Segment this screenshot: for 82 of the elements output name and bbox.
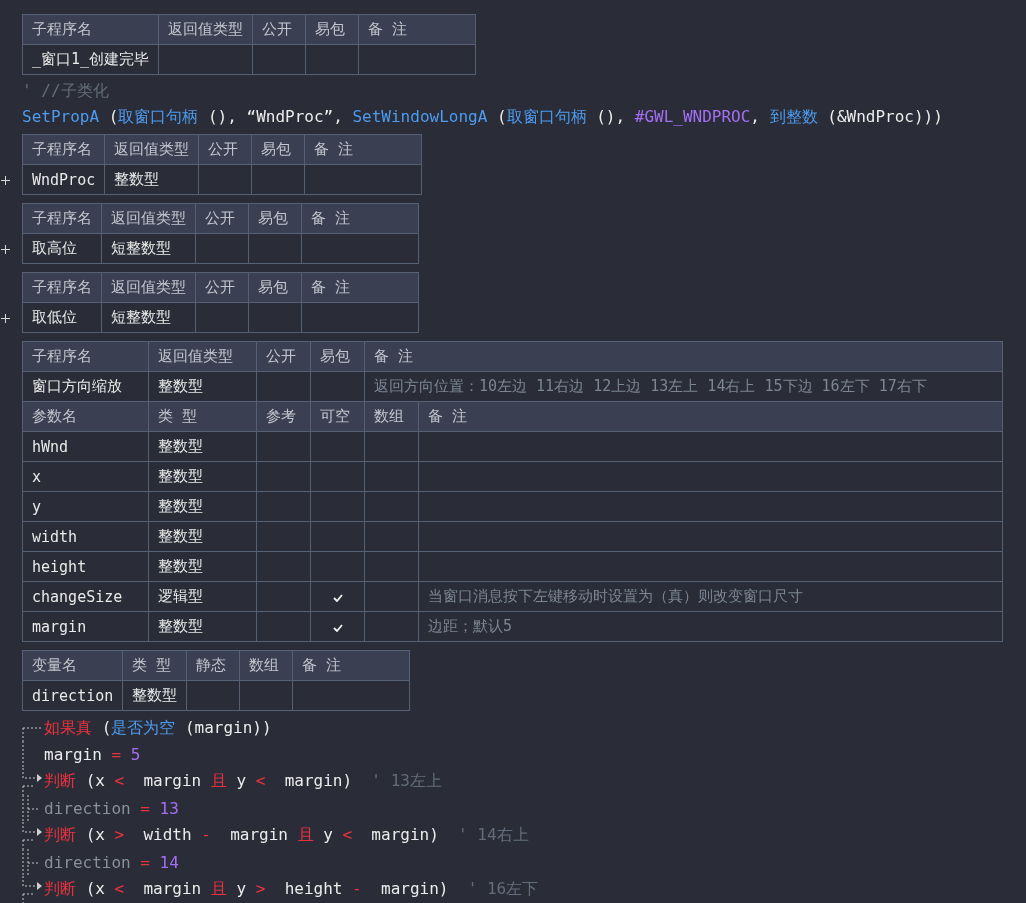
column-header: 公开	[195, 272, 249, 303]
table-cell-text: 整数型	[158, 377, 203, 396]
table-cell-text: 短整数型	[111, 308, 171, 327]
table-cell-text: 当窗口消息按下左键移动时设置为（真）则改变窗口尺寸	[428, 587, 803, 606]
table-cell-text: margin	[32, 617, 87, 636]
code-line: margin = 5	[44, 745, 141, 764]
column-header: 子程序名	[22, 14, 159, 45]
code-line: direction = 14	[44, 853, 179, 872]
column-header: 易包	[251, 134, 305, 165]
expand-icon[interactable]	[1, 176, 10, 186]
expand-icon[interactable]	[1, 245, 10, 255]
expand-icon[interactable]	[1, 314, 10, 324]
table-cell-text: WndProc	[32, 170, 96, 189]
code-line: 如果真 (是否为空 (margin))	[44, 717, 272, 739]
table-cell-text: 取低位	[32, 308, 77, 327]
column-header: 返回值类型	[148, 341, 257, 372]
column-header: 备 注	[358, 14, 476, 45]
code-line: 判断 (x > width - margin 且 y < margin) ' 14右上	[44, 825, 529, 846]
code-line: direction = 13	[44, 799, 179, 818]
code-line: 判断 (x < margin 且 y > height - margin) ' 16左下	[44, 879, 539, 900]
column-header: 备 注	[301, 203, 419, 234]
table-cell-text: _窗口1_创建完毕	[32, 50, 150, 68]
column-header: 子程序名	[22, 203, 102, 234]
table-cell-text: 返回方向位置：10左边 11右边 12上边 13左上 14右上 15下边 16左下 17右下	[374, 377, 927, 396]
column-header: 返回值类型	[101, 203, 196, 234]
column-header: 参数名	[22, 401, 149, 432]
table-cell-text: 整数型	[158, 617, 203, 636]
code-line: SetPropA (取窗口句柄 (), “WndProc”, SetWindowLongA (取窗口句柄 (), #GWL_WNDPROC, 到整数 (&WndProc)))	[22, 107, 943, 128]
code-line: 判断 (x < margin 且 y < margin) ' 13左上	[44, 771, 442, 792]
table-cell-text: hWnd	[32, 437, 69, 456]
column-header: 备 注	[292, 650, 410, 681]
check-icon	[332, 593, 343, 602]
column-header: 子程序名	[22, 134, 105, 165]
check-icon	[332, 623, 343, 632]
table-cell-text: 整数型	[158, 497, 203, 516]
table-cell-text: 逻辑型	[158, 587, 203, 606]
column-header: 子程序名	[22, 272, 102, 303]
column-header: 可空	[310, 401, 365, 432]
table-cell-text: 整数型	[114, 170, 160, 189]
table-cell-text: 窗口方向缩放	[32, 377, 122, 396]
flow-marker-icon	[22, 822, 42, 849]
table-cell-text: x	[32, 467, 42, 486]
column-header: 备 注	[301, 272, 419, 303]
table-cell-text: 整数型	[132, 686, 178, 705]
column-header: 数组	[239, 650, 293, 681]
column-header: 备 注	[304, 134, 422, 165]
table-cell-text: 整数型	[158, 527, 203, 546]
table-cell-text: 整数型	[158, 557, 203, 576]
column-header: 参考	[256, 401, 311, 432]
table-cell-text: direction	[32, 686, 114, 705]
code-line: ' //子类化	[22, 81, 109, 103]
column-header: 公开	[256, 341, 311, 372]
column-header: 静态	[186, 650, 240, 681]
column-header: 类 型	[148, 401, 257, 432]
column-header: 易包	[248, 272, 302, 303]
column-header: 类 型	[122, 650, 187, 681]
table-cell-text: 短整数型	[111, 239, 171, 258]
column-header: 备 注	[418, 401, 1003, 432]
table-cell-text: 边距；默认5	[428, 617, 513, 636]
table-cell-text: height	[32, 557, 87, 576]
column-header: 返回值类型	[104, 134, 199, 165]
flow-marker-icon	[22, 849, 40, 876]
table-cell-text: 取高位	[32, 239, 77, 258]
column-header: 公开	[195, 203, 249, 234]
column-header: 易包	[248, 203, 302, 234]
column-header: 备 注	[364, 341, 1003, 372]
column-header: 易包	[310, 341, 365, 372]
table-cell-text: 整数型	[158, 437, 203, 456]
column-header: 数组	[364, 401, 419, 432]
column-header: 子程序名	[22, 341, 149, 372]
flow-marker-icon	[22, 876, 42, 903]
column-header: 公开	[252, 14, 306, 45]
table-cell-text: y	[32, 497, 42, 516]
table-cell-text: 整数型	[158, 467, 203, 486]
column-header: 公开	[198, 134, 252, 165]
flow-marker-icon	[22, 795, 40, 822]
table-cell-text: width	[32, 527, 78, 546]
column-header: 返回值类型	[158, 14, 253, 45]
column-header: 返回值类型	[101, 272, 196, 303]
table-cell-text: changeSize	[32, 587, 123, 606]
column-header: 易包	[305, 14, 359, 45]
column-header: 变量名	[22, 650, 123, 681]
